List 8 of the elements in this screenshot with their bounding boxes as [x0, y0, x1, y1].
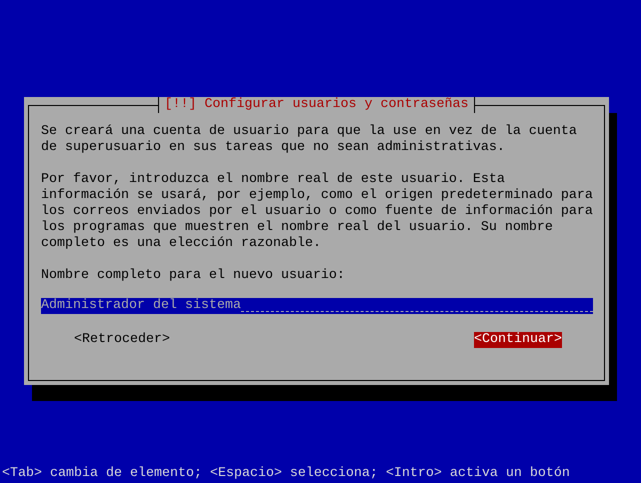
- message-paragraph: Se creará una cuenta de usuario para que la use en vez de la cuenta de superusuario en sus tareas que no sean administrativas.: [41, 124, 578, 156]
- field-label: Nombre completo para el nuevo usuario:: [41, 268, 346, 284]
- dialog-title: [!!] Configurar usuarios y contraseñas: [158, 97, 476, 113]
- back-button[interactable]: <Retroceder>: [74, 332, 170, 348]
- continue-button[interactable]: <Continuar>: [474, 332, 562, 348]
- status-bar-hint: <Tab> cambia de elemento; <Espacio> selecciona; <Intro> activa un botón: [2, 466, 571, 482]
- full-name-field[interactable]: Administrador del sistema: [41, 298, 593, 314]
- message-paragraph: Por favor, introduzca el nombre real de este usuario. Esta información se usará, por ejemplo, como el origen predeterminado para los correos enviados por el usuario o como fuente de información para los programas que muestren el nombre real del usuario. Su nombre completo es una elección razonable.: [41, 172, 592, 252]
